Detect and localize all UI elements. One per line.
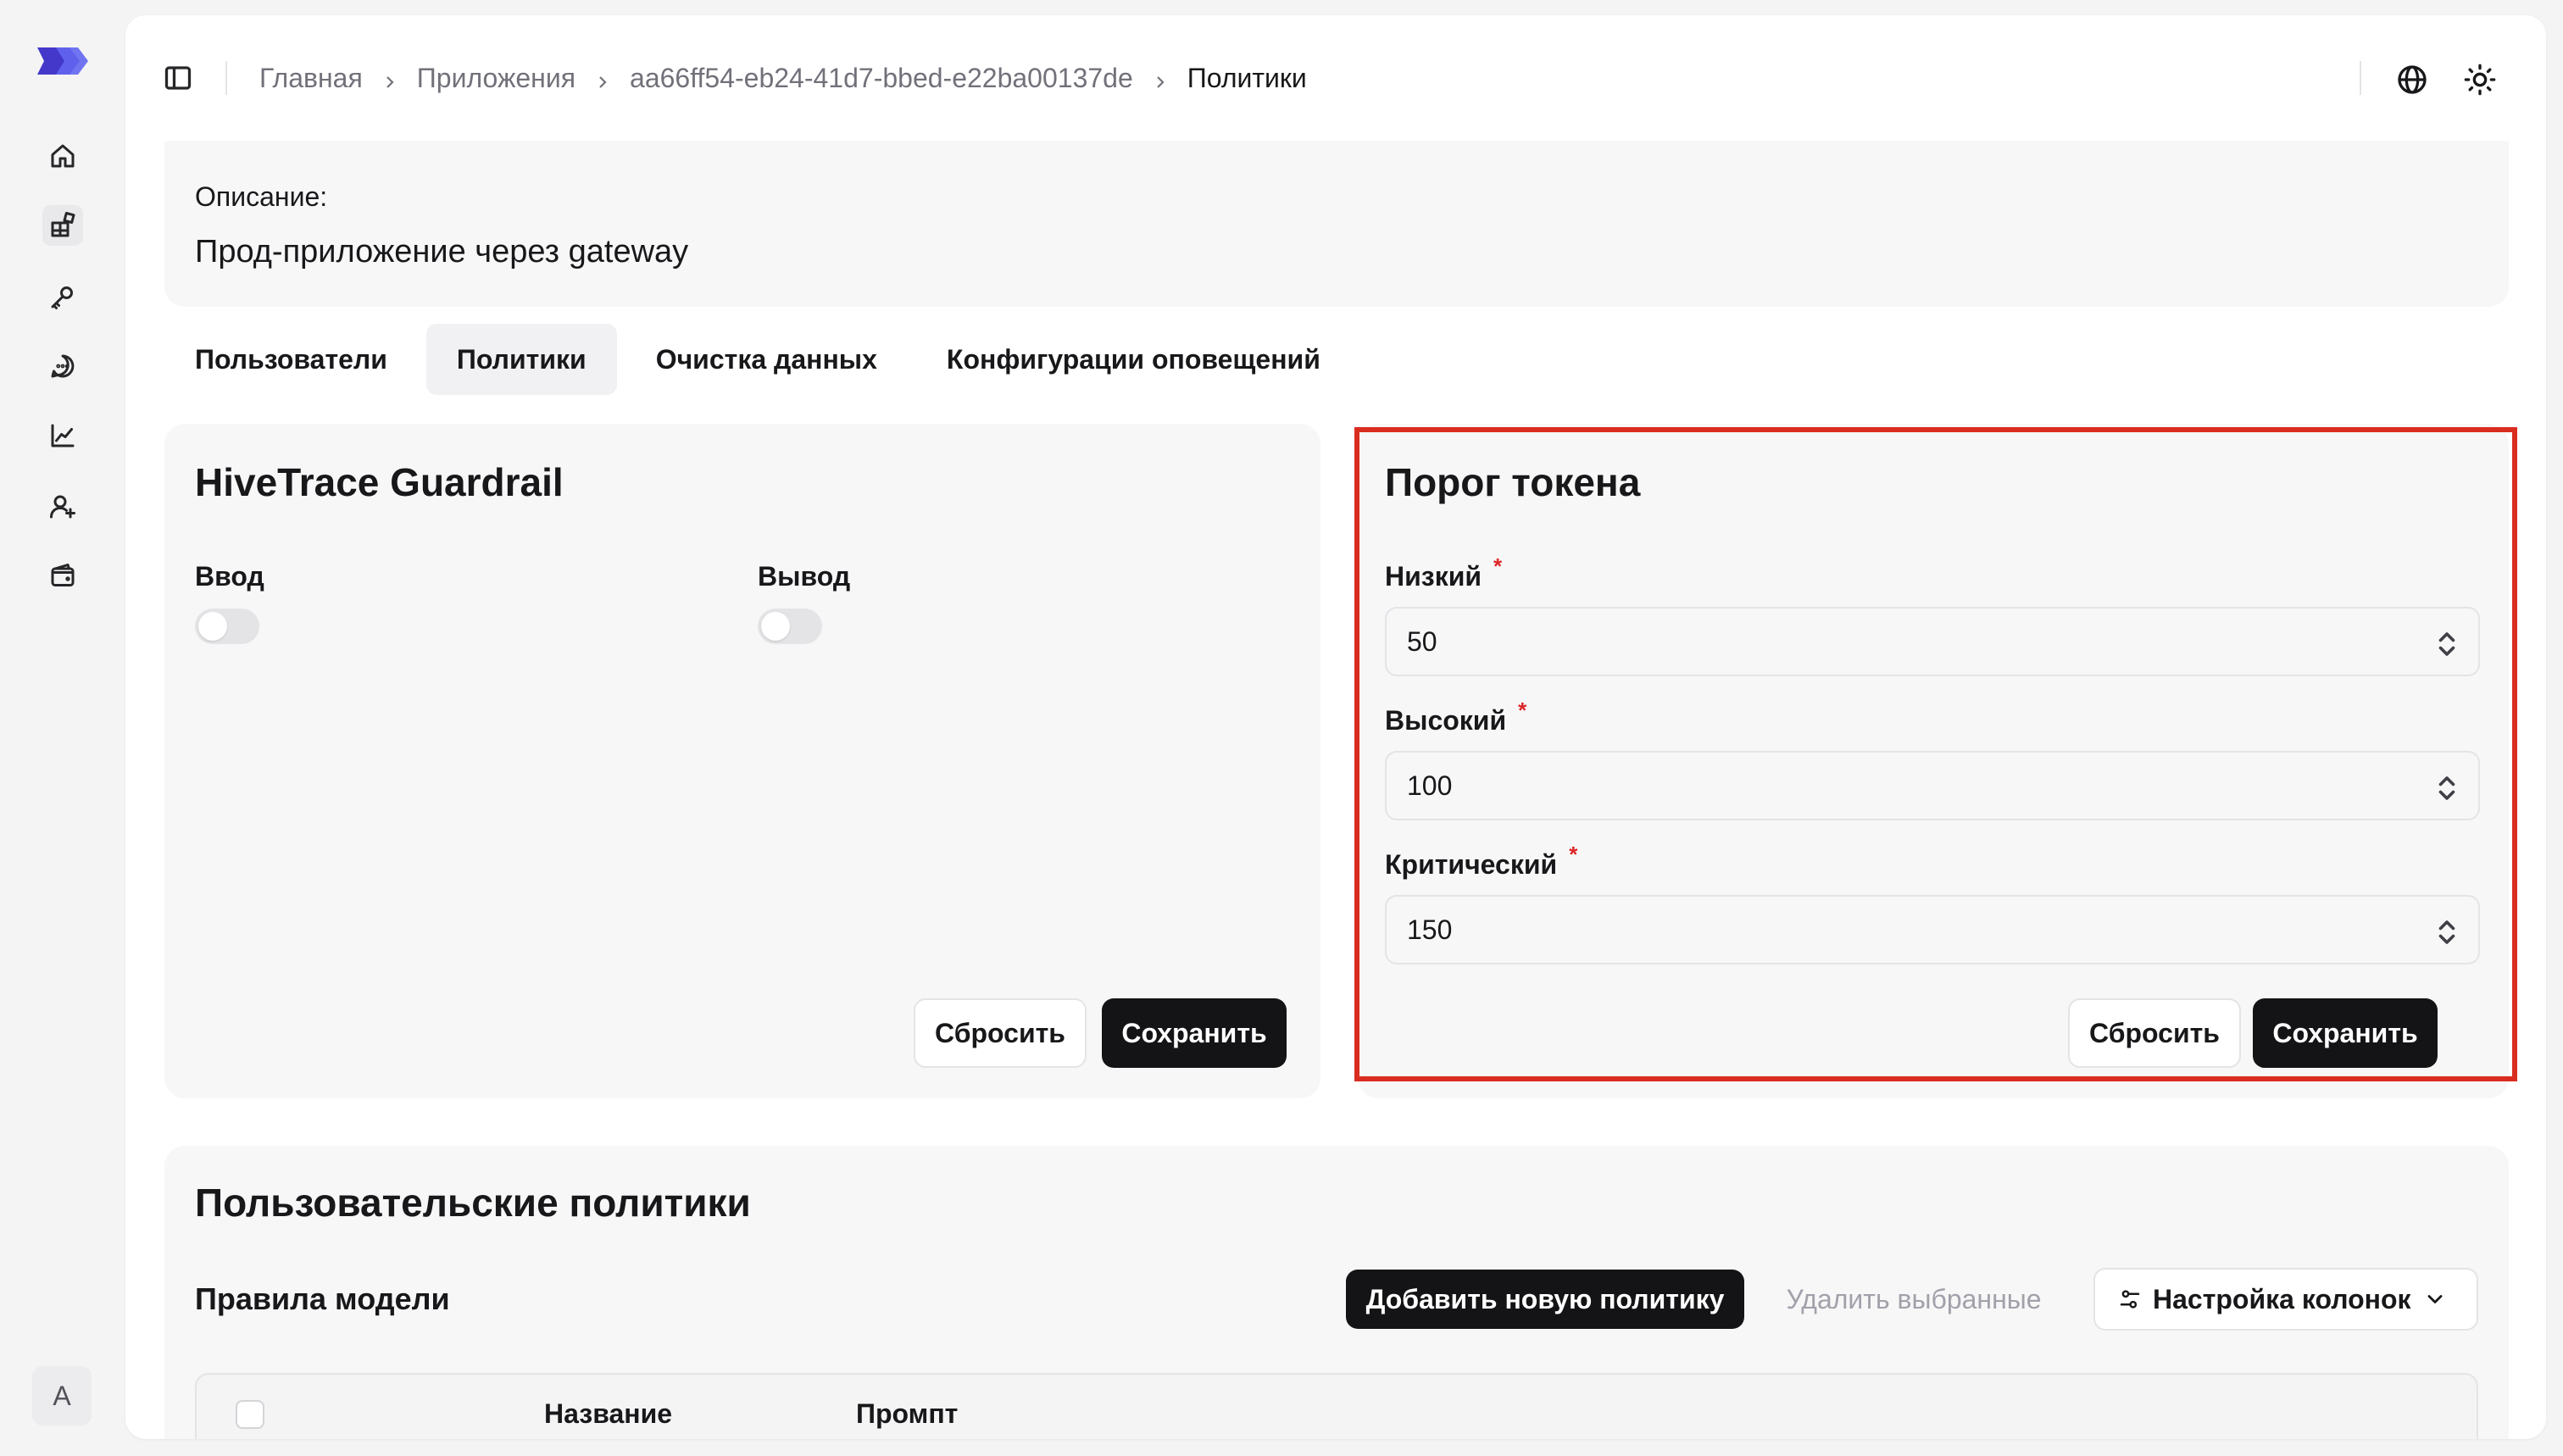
- breadcrumb: Главная Приложения aa66ff54-eb24-41d7-bb…: [259, 59, 1307, 97]
- main-panel: Главная Приложения aa66ff54-eb24-41d7-bb…: [125, 15, 2546, 1439]
- tab-alert-configs[interactable]: Конфигурации оповещений: [916, 324, 1351, 395]
- tabs: Пользователи Политики Очистка данных Кон…: [164, 324, 1359, 395]
- column-settings-button[interactable]: Настройка колонок: [2093, 1268, 2478, 1331]
- column-header-prompt[interactable]: Промпт: [856, 1398, 958, 1430]
- topbar: Главная Приложения aa66ff54-eb24-41d7-bb…: [125, 15, 2546, 125]
- tab-policies[interactable]: Политики: [425, 324, 617, 395]
- chevron-right-icon: [1150, 68, 1170, 88]
- description-label: Описание:: [195, 181, 328, 212]
- chevron-right-icon: [592, 68, 613, 88]
- divider: [2360, 61, 2361, 95]
- column-header-name[interactable]: Название: [544, 1398, 672, 1430]
- breadcrumb-current: Политики: [1187, 62, 1307, 93]
- critical-threshold-input[interactable]: 150: [1385, 895, 2480, 964]
- stepper-icon[interactable]: [2434, 917, 2460, 948]
- add-policy-button[interactable]: Добавить новую политику: [1346, 1270, 1744, 1329]
- nav-wallet-icon[interactable]: [42, 556, 83, 597]
- nav-home-icon[interactable]: [42, 136, 83, 176]
- low-threshold-input[interactable]: 50: [1385, 607, 2480, 676]
- high-label: Высокий *: [1385, 697, 1527, 736]
- output-label: Вывод: [758, 561, 851, 592]
- token-save-button[interactable]: Сохранить: [2253, 998, 2438, 1068]
- sliders-icon: [2120, 1290, 2140, 1309]
- custom-policies-title: Пользовательские политики: [195, 1181, 751, 1225]
- tab-data-cleanup[interactable]: Очистка данных: [625, 324, 908, 395]
- nav-user-plus-icon[interactable]: [42, 486, 83, 527]
- chevron-down-icon: [2427, 1295, 2442, 1303]
- breadcrumb-apps[interactable]: Приложения: [417, 63, 575, 94]
- token-reset-button[interactable]: Сбросить: [2068, 998, 2241, 1068]
- sidebar-toggle-icon[interactable]: [163, 63, 193, 93]
- high-threshold-value: 100: [1407, 770, 1453, 801]
- stepper-icon[interactable]: [2434, 773, 2460, 803]
- token-threshold-card: Порог токена Низкий * 50 Высокий * 100 Кри…: [1358, 424, 2509, 1098]
- nav-apps-icon[interactable]: [42, 205, 83, 246]
- token-threshold-title: Порог токена: [1385, 460, 1641, 504]
- low-label: Низкий *: [1385, 553, 1503, 592]
- sidebar: A: [0, 0, 125, 1456]
- high-threshold-input[interactable]: 100: [1385, 751, 2480, 820]
- guardrail-save-button[interactable]: Сохранить: [1102, 998, 1287, 1068]
- delete-selected-button[interactable]: Удалить выбранные: [1761, 1270, 2066, 1329]
- tab-users[interactable]: Пользователи: [164, 324, 418, 395]
- critical-threshold-value: 150: [1407, 914, 1453, 945]
- breadcrumb-home[interactable]: Главная: [259, 63, 363, 94]
- logo-icon: [37, 47, 88, 75]
- nav-chart-icon[interactable]: [42, 415, 83, 456]
- guardrail-card: HiveTrace Guardrail Ввод Вывод Сбросить …: [164, 424, 1320, 1098]
- sun-icon[interactable]: [2463, 63, 2497, 97]
- model-rules-label: Правила модели: [195, 1281, 450, 1316]
- guardrail-title: HiveTrace Guardrail: [195, 460, 564, 504]
- user-avatar[interactable]: A: [32, 1366, 92, 1425]
- critical-label: Критический *: [1385, 842, 1578, 880]
- description-value: Прод-приложение через gateway: [195, 234, 689, 270]
- guardrail-reset-button[interactable]: Сбросить: [914, 998, 1087, 1068]
- nav-chat-icon[interactable]: [42, 346, 83, 386]
- input-label: Ввод: [195, 561, 264, 592]
- breadcrumb-app-id[interactable]: aa66ff54-eb24-41d7-bbed-e22ba00137de: [630, 63, 1133, 94]
- policies-table: Название Промпт: [195, 1373, 2478, 1439]
- chevron-right-icon: [380, 68, 400, 88]
- output-toggle[interactable]: [758, 609, 822, 644]
- input-toggle[interactable]: [195, 609, 259, 644]
- description-card: Описание: Прод-приложение через gateway: [164, 141, 2509, 307]
- nav-key-icon[interactable]: [42, 276, 83, 317]
- select-all-checkbox[interactable]: [236, 1400, 264, 1429]
- globe-icon[interactable]: [2395, 63, 2429, 97]
- required-mark: *: [1493, 553, 1503, 579]
- divider: [225, 61, 227, 95]
- required-mark: *: [1569, 842, 1578, 867]
- stepper-icon[interactable]: [2434, 629, 2460, 659]
- custom-policies-card: Пользовательские политики Правила модели…: [164, 1146, 2509, 1439]
- column-settings-label: Настройка колонок: [2153, 1283, 2411, 1314]
- required-mark: *: [1518, 697, 1527, 723]
- low-threshold-value: 50: [1407, 625, 1437, 657]
